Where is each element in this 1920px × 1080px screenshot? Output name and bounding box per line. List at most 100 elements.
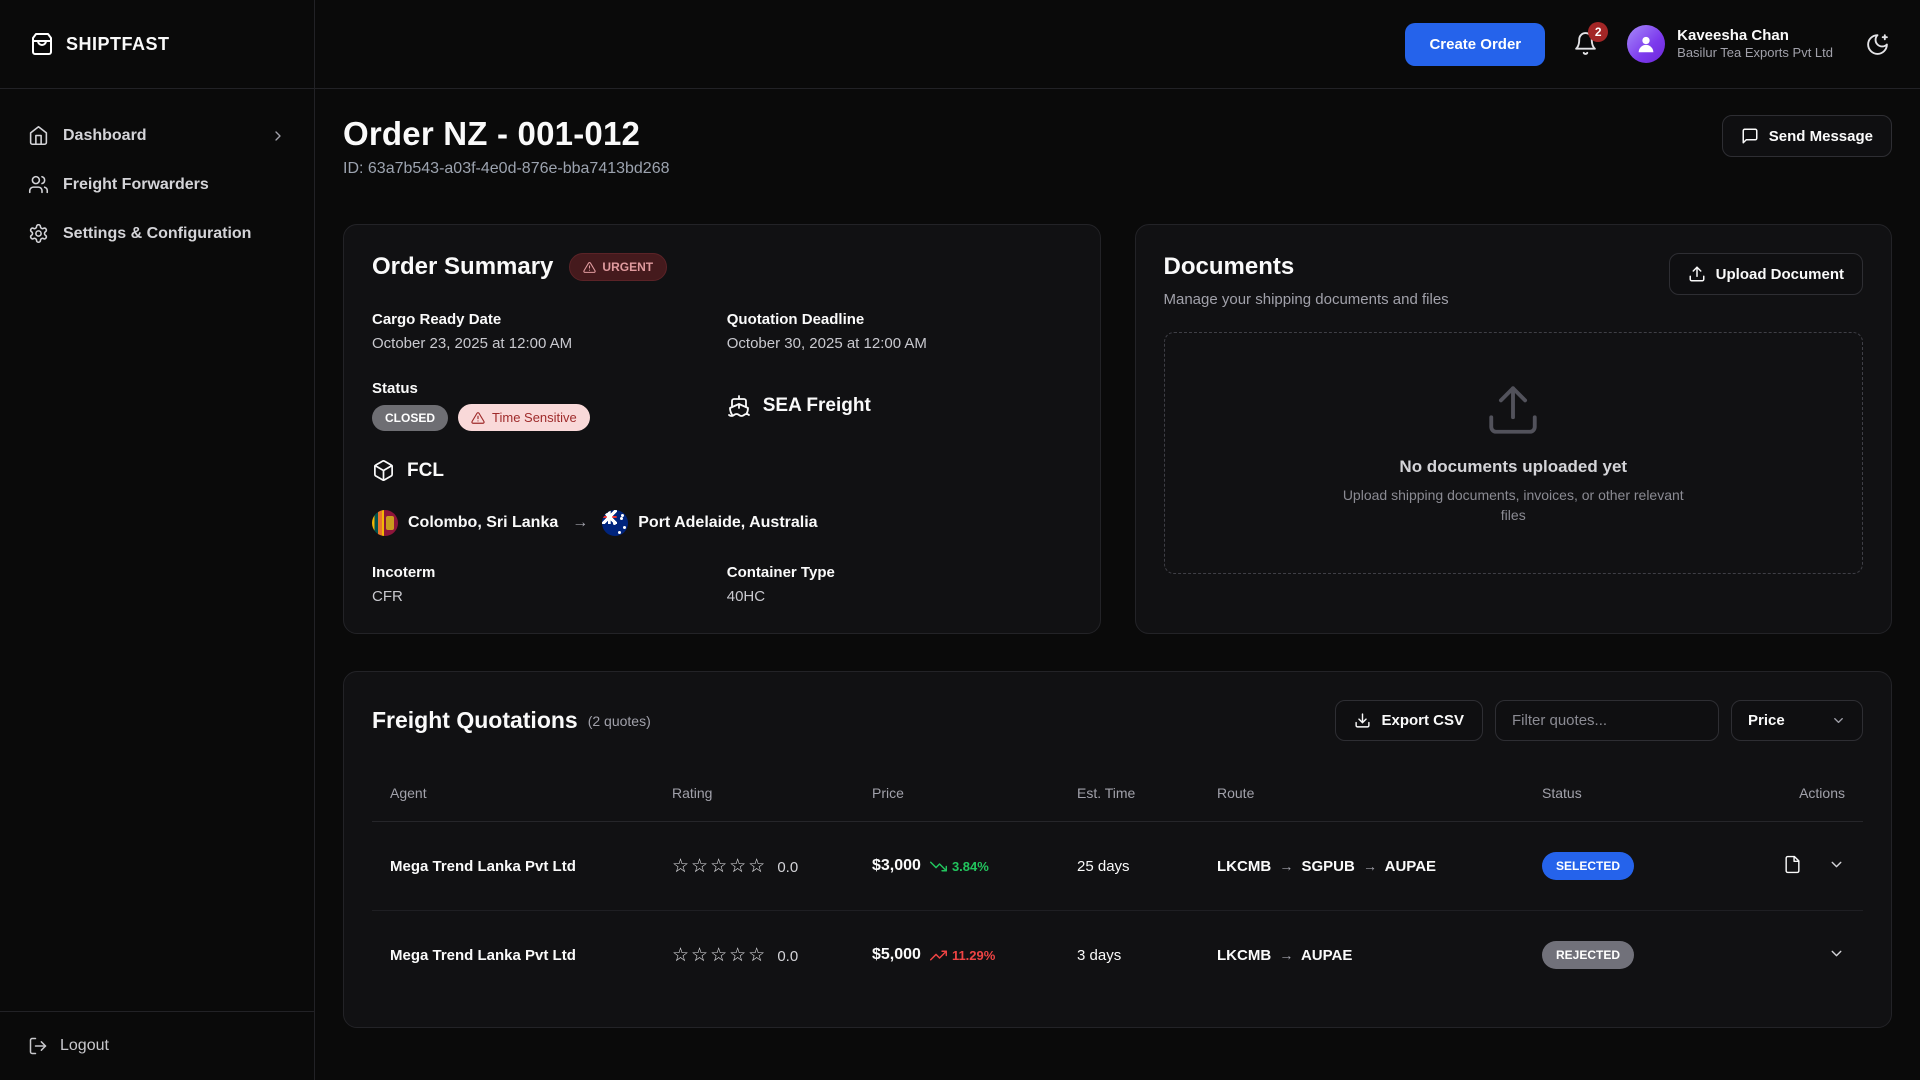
- sidebar-item-freight-forwarders[interactable]: Freight Forwarders: [14, 164, 300, 205]
- shopping-bag-logo-icon: [30, 32, 54, 56]
- star-rating-icons: ☆☆☆☆☆: [672, 945, 767, 966]
- status-closed-badge: CLOSED: [372, 405, 448, 431]
- package-icon: [372, 459, 395, 482]
- ship-icon: [727, 394, 751, 418]
- agent-name: Mega Trend Lanka Pvt Ltd: [390, 858, 576, 875]
- trending-up-icon: [930, 947, 947, 964]
- sidebar-item-label: Freight Forwarders: [63, 176, 209, 194]
- expand-row-button[interactable]: [1828, 856, 1845, 873]
- rating-value: 0.0: [777, 859, 798, 876]
- status-label: Status: [372, 380, 717, 397]
- download-icon: [1354, 712, 1371, 729]
- route-origin: Colombo, Sri Lanka: [408, 514, 558, 532]
- rating-value: 0.0: [777, 948, 798, 965]
- user-name: Kaveesha Chan: [1677, 27, 1833, 46]
- export-csv-label: Export CSV: [1381, 712, 1464, 729]
- home-icon: [28, 125, 49, 146]
- star-rating-icons: ☆☆☆☆☆: [672, 856, 767, 877]
- upload-icon: [1688, 265, 1706, 283]
- route-value: LKCMB → SGPUB → AUPAE: [1217, 858, 1436, 875]
- order-summary-title: Order Summary: [372, 253, 553, 281]
- est-time-value: 25 days: [1067, 822, 1207, 911]
- time-sensitive-badge: Time Sensitive: [458, 404, 590, 431]
- upload-document-button[interactable]: Upload Document: [1669, 253, 1863, 295]
- chat-bubble-icon: [1741, 127, 1759, 145]
- sri-lanka-flag-icon: [372, 510, 398, 536]
- quotation-deadline-value: October 30, 2025 at 12:00 AM: [727, 335, 1072, 352]
- incoterm-value: CFR: [372, 588, 717, 605]
- order-id: ID: 63a7b543-a03f-4e0d-876e-bba7413bd268: [343, 160, 670, 178]
- order-summary-card: Order Summary URGENT Cargo Ready Date Oc…: [343, 224, 1101, 634]
- topbar: Create Order 2 Kaveesha Chan Basilur Tea…: [315, 0, 1920, 89]
- cargo-ready-value: October 23, 2025 at 12:00 AM: [372, 335, 717, 352]
- logout-label: Logout: [60, 1037, 109, 1055]
- logout-button[interactable]: Logout: [28, 1036, 286, 1056]
- brand-name: SHIPTFAST: [66, 34, 170, 55]
- upload-icon: [1484, 381, 1542, 439]
- dark-mode-toggle[interactable]: [1865, 32, 1890, 57]
- route-value: LKCMB → AUPAE: [1217, 947, 1352, 964]
- quotation-row: Mega Trend Lanka Pvt Ltd ☆☆☆☆☆ 0.0 $5,00…: [372, 911, 1863, 1000]
- arrow-right-icon: →: [1275, 947, 1297, 963]
- create-order-button[interactable]: Create Order: [1405, 23, 1545, 66]
- sidebar-item-dashboard[interactable]: Dashboard: [14, 115, 300, 156]
- sidebar-item-label: Dashboard: [63, 127, 147, 145]
- documents-title: Documents: [1164, 253, 1449, 281]
- sidebar-item-label: Settings & Configuration: [63, 225, 251, 243]
- price-trend: 3.84%: [930, 858, 989, 875]
- arrow-right-icon: →: [1359, 858, 1381, 874]
- dropzone-empty-subtitle: Upload shipping documents, invoices, or …: [1333, 485, 1693, 526]
- document-dropzone[interactable]: No documents uploaded yet Upload shippin…: [1164, 332, 1864, 574]
- warning-triangle-icon: [583, 261, 596, 274]
- route-destination: Port Adelaide, Australia: [638, 514, 817, 532]
- expand-row-button[interactable]: [1828, 945, 1845, 962]
- australia-flag-icon: [602, 510, 628, 536]
- arrow-right-icon: →: [1275, 858, 1297, 874]
- warning-triangle-icon: [471, 411, 485, 425]
- trending-down-icon: [930, 858, 947, 875]
- gear-icon: [28, 223, 49, 244]
- cargo-ready-label: Cargo Ready Date: [372, 311, 717, 328]
- price-trend: 11.29%: [930, 947, 995, 964]
- upload-document-label: Upload Document: [1716, 266, 1844, 283]
- filter-quotes-input[interactable]: [1495, 700, 1719, 741]
- documents-card: Documents Manage your shipping documents…: [1135, 224, 1893, 634]
- user-company: Basilur Tea Exports Pvt Ltd: [1677, 45, 1833, 61]
- sidebar-item-settings[interactable]: Settings & Configuration: [14, 213, 300, 254]
- logout-icon: [28, 1036, 48, 1056]
- column-header-rating: Rating: [662, 771, 862, 822]
- column-header-actions: Actions: [1762, 771, 1863, 822]
- urgent-badge: URGENT: [569, 253, 667, 281]
- chevron-down-icon: [1831, 713, 1846, 728]
- sidebar: Dashboard Freight Forwarders Settings & …: [0, 89, 315, 1080]
- status-badge: REJECTED: [1542, 941, 1634, 969]
- sort-select[interactable]: Price: [1731, 700, 1863, 741]
- chevron-down-icon: [1828, 856, 1845, 873]
- incoterm-label: Incoterm: [372, 564, 717, 581]
- quotations-title: Freight Quotations: [372, 707, 578, 734]
- user-menu[interactable]: Kaveesha Chan Basilur Tea Exports Pvt Lt…: [1627, 25, 1833, 63]
- column-header-route: Route: [1207, 771, 1532, 822]
- main-content: Order NZ - 001-012 ID: 63a7b543-a03f-4e0…: [315, 89, 1920, 1080]
- container-type-label: Container Type: [727, 564, 1072, 581]
- column-header-agent: Agent: [372, 771, 662, 822]
- load-type: FCL: [407, 460, 444, 482]
- send-message-button[interactable]: Send Message: [1722, 115, 1892, 157]
- export-csv-button[interactable]: Export CSV: [1335, 700, 1483, 741]
- column-header-est-time: Est. Time: [1067, 771, 1207, 822]
- freight-mode: SEA Freight: [763, 395, 871, 417]
- agent-name: Mega Trend Lanka Pvt Ltd: [390, 947, 576, 964]
- moon-star-icon: [1865, 32, 1890, 57]
- file-icon: [1783, 855, 1802, 874]
- quotations-count: (2 quotes): [588, 713, 651, 729]
- route-summary: Colombo, Sri Lanka → Port Adelaide, Aust…: [372, 510, 1072, 536]
- page-title: Order NZ - 001-012: [343, 115, 670, 153]
- notification-count-badge: 2: [1588, 22, 1608, 42]
- price-value: $3,000: [872, 857, 921, 875]
- notifications-button[interactable]: 2: [1573, 31, 1599, 57]
- container-type-value: 40HC: [727, 588, 1072, 605]
- quotation-deadline-label: Quotation Deadline: [727, 311, 1072, 328]
- brand-area: SHIPTFAST: [0, 0, 315, 89]
- view-document-button[interactable]: [1783, 855, 1802, 874]
- price-value: $5,000: [872, 946, 921, 964]
